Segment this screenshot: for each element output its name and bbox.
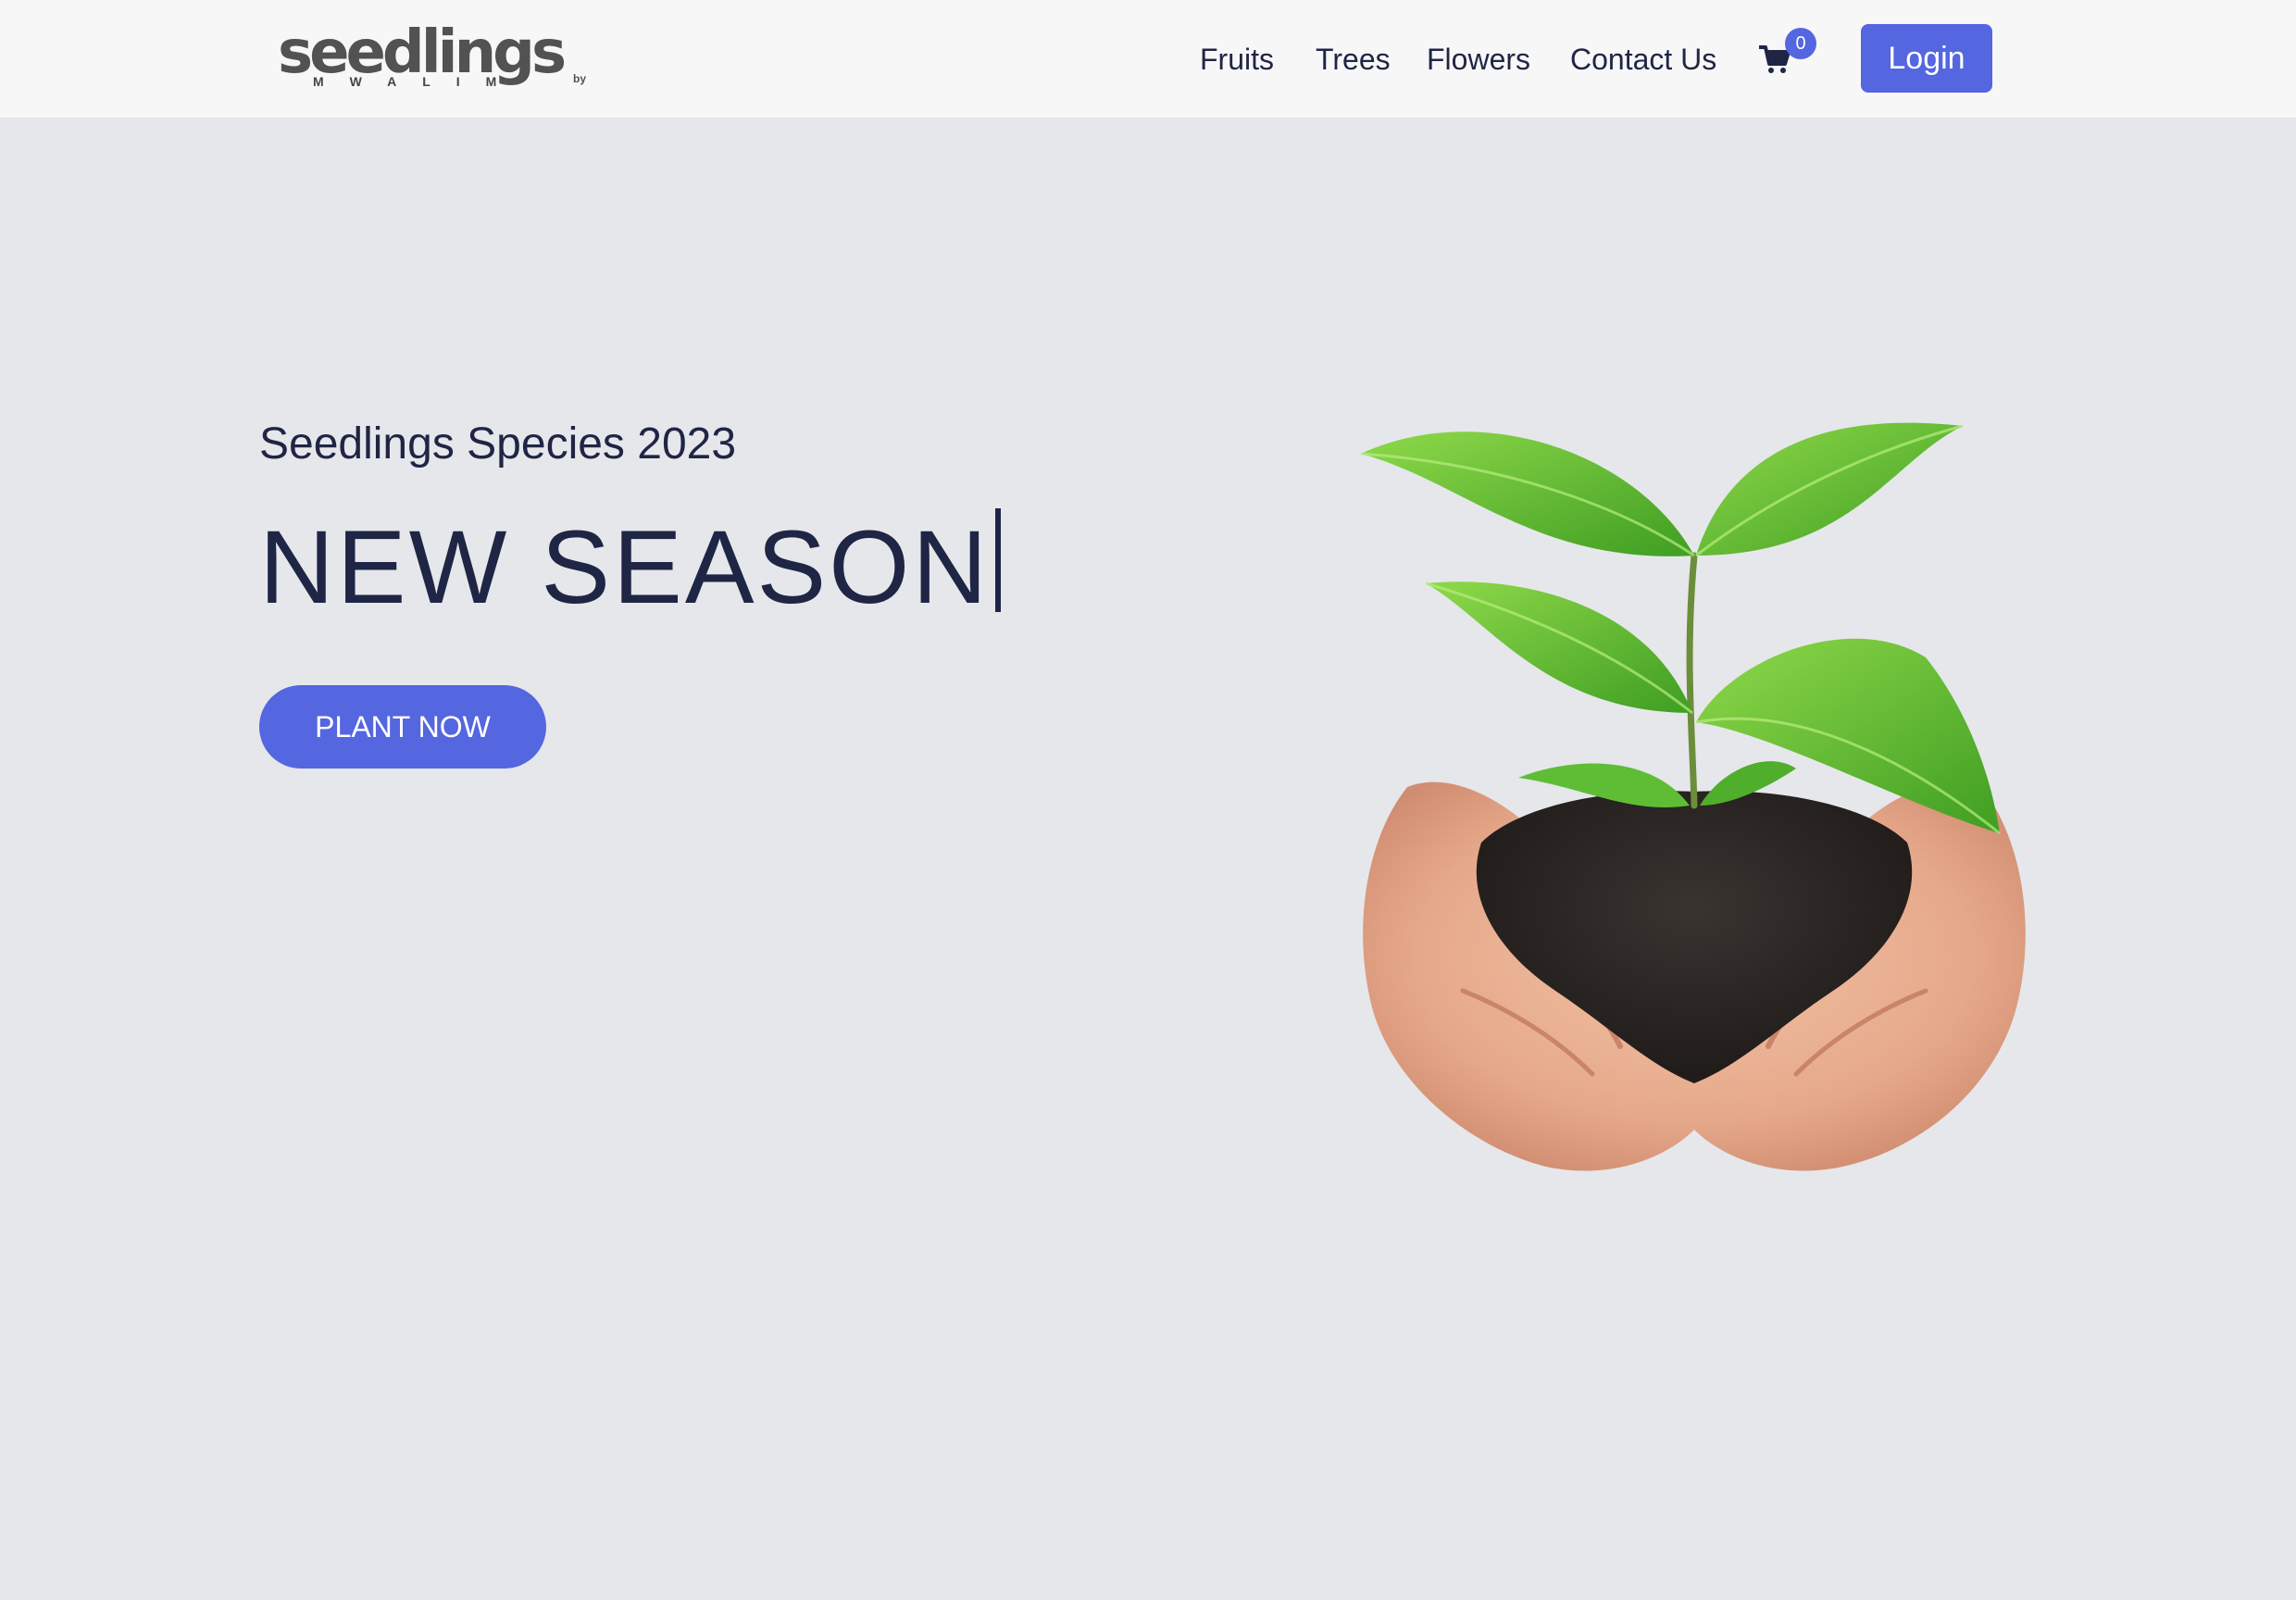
cart-button[interactable]: 0 [1755,28,1820,80]
nav-link-contact-us[interactable]: Contact Us [1570,39,1716,80]
hero-headline: NEW SEASON [259,507,1002,628]
cart-count-badge: 0 [1785,28,1816,59]
navbar: seedlings by MWALIM Fruits Trees Flowers… [0,0,2296,119]
nav-link-flowers[interactable]: Flowers [1427,39,1530,80]
nav-link-trees[interactable]: Trees [1316,39,1391,80]
plant-now-button[interactable]: PLANT NOW [259,685,546,769]
brand-logo[interactable]: seedlings by MWALIM [278,20,597,94]
hero-seedling-image [1360,422,2026,1171]
nav-link-fruits[interactable]: Fruits [1200,39,1274,80]
logo-by-text: by [572,72,586,85]
logo-owner-text: MWALIM [313,74,523,89]
typing-caret [995,508,1002,612]
hero-headline-text: NEW SEASON [259,509,991,625]
hero-subtitle: Seedlings Species 2023 [259,419,737,469]
login-button[interactable]: Login [1861,24,1992,93]
